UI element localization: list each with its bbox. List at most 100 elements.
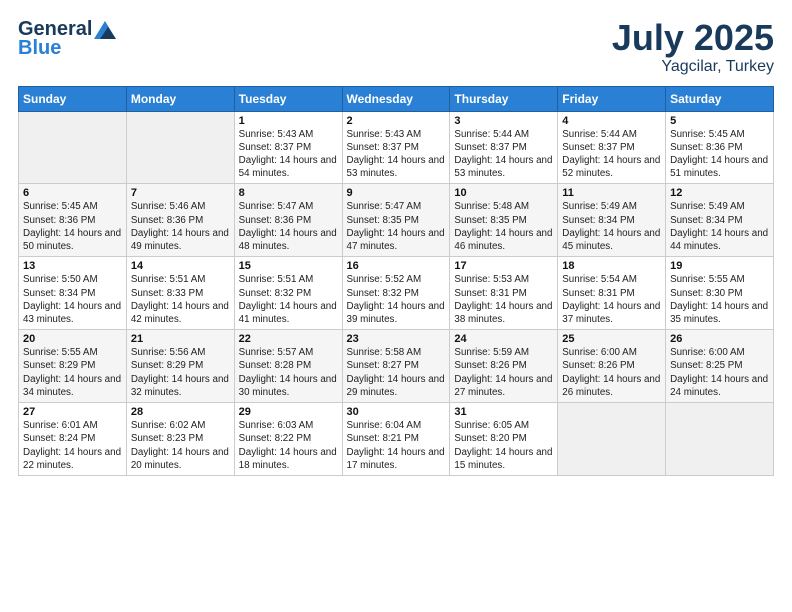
day-number: 2 xyxy=(347,115,446,127)
calendar-cell: 15Sunrise: 5:51 AMSunset: 8:32 PMDayligh… xyxy=(234,257,342,330)
day-number: 9 xyxy=(347,187,446,199)
day-info: Sunrise: 6:05 AMSunset: 8:20 PMDaylight:… xyxy=(454,419,553,472)
day-info: Sunrise: 6:01 AMSunset: 8:24 PMDaylight:… xyxy=(23,419,122,472)
col-sunday: Sunday xyxy=(19,86,127,111)
logo-blue-text: Blue xyxy=(18,37,61,60)
day-number: 17 xyxy=(454,260,553,272)
day-info: Sunrise: 5:55 AMSunset: 8:29 PMDaylight:… xyxy=(23,346,122,399)
day-number: 22 xyxy=(239,333,338,345)
calendar-cell: 3Sunrise: 5:44 AMSunset: 8:37 PMDaylight… xyxy=(450,111,558,184)
calendar-cell: 27Sunrise: 6:01 AMSunset: 8:24 PMDayligh… xyxy=(19,403,127,476)
calendar-cell: 17Sunrise: 5:53 AMSunset: 8:31 PMDayligh… xyxy=(450,257,558,330)
day-number: 4 xyxy=(562,115,661,127)
col-friday: Friday xyxy=(558,86,666,111)
calendar-cell: 20Sunrise: 5:55 AMSunset: 8:29 PMDayligh… xyxy=(19,330,127,403)
calendar-cell: 28Sunrise: 6:02 AMSunset: 8:23 PMDayligh… xyxy=(126,403,234,476)
calendar-cell: 26Sunrise: 6:00 AMSunset: 8:25 PMDayligh… xyxy=(666,330,774,403)
day-number: 10 xyxy=(454,187,553,199)
calendar-body: 1Sunrise: 5:43 AMSunset: 8:37 PMDaylight… xyxy=(19,111,774,475)
day-info: Sunrise: 6:00 AMSunset: 8:26 PMDaylight:… xyxy=(562,346,661,399)
day-number: 31 xyxy=(454,406,553,418)
calendar-cell: 18Sunrise: 5:54 AMSunset: 8:31 PMDayligh… xyxy=(558,257,666,330)
day-info: Sunrise: 5:52 AMSunset: 8:32 PMDaylight:… xyxy=(347,273,446,326)
calendar-cell: 1Sunrise: 5:43 AMSunset: 8:37 PMDaylight… xyxy=(234,111,342,184)
calendar-cell: 12Sunrise: 5:49 AMSunset: 8:34 PMDayligh… xyxy=(666,184,774,257)
col-tuesday: Tuesday xyxy=(234,86,342,111)
calendar-cell: 22Sunrise: 5:57 AMSunset: 8:28 PMDayligh… xyxy=(234,330,342,403)
title-location: Yagcilar, Turkey xyxy=(612,58,774,76)
col-wednesday: Wednesday xyxy=(342,86,450,111)
day-number: 25 xyxy=(562,333,661,345)
calendar-cell: 23Sunrise: 5:58 AMSunset: 8:27 PMDayligh… xyxy=(342,330,450,403)
calendar-cell: 6Sunrise: 5:45 AMSunset: 8:36 PMDaylight… xyxy=(19,184,127,257)
day-number: 15 xyxy=(239,260,338,272)
calendar-cell: 19Sunrise: 5:55 AMSunset: 8:30 PMDayligh… xyxy=(666,257,774,330)
logo: General Blue xyxy=(18,18,116,60)
header-row: Sunday Monday Tuesday Wednesday Thursday… xyxy=(19,86,774,111)
col-thursday: Thursday xyxy=(450,86,558,111)
day-number: 14 xyxy=(131,260,230,272)
day-number: 23 xyxy=(347,333,446,345)
calendar-cell: 31Sunrise: 6:05 AMSunset: 8:20 PMDayligh… xyxy=(450,403,558,476)
day-number: 18 xyxy=(562,260,661,272)
day-info: Sunrise: 5:47 AMSunset: 8:36 PMDaylight:… xyxy=(239,200,338,253)
day-info: Sunrise: 5:45 AMSunset: 8:36 PMDaylight:… xyxy=(23,200,122,253)
header: General Blue July 2025 Yagcilar, Turkey xyxy=(18,18,774,76)
calendar-cell xyxy=(126,111,234,184)
day-number: 20 xyxy=(23,333,122,345)
calendar-cell: 8Sunrise: 5:47 AMSunset: 8:36 PMDaylight… xyxy=(234,184,342,257)
day-number: 11 xyxy=(562,187,661,199)
day-number: 6 xyxy=(23,187,122,199)
calendar-table: Sunday Monday Tuesday Wednesday Thursday… xyxy=(18,86,774,476)
title-block: July 2025 Yagcilar, Turkey xyxy=(612,18,774,76)
col-saturday: Saturday xyxy=(666,86,774,111)
calendar-header: Sunday Monday Tuesday Wednesday Thursday… xyxy=(19,86,774,111)
day-info: Sunrise: 6:04 AMSunset: 8:21 PMDaylight:… xyxy=(347,419,446,472)
day-info: Sunrise: 6:02 AMSunset: 8:23 PMDaylight:… xyxy=(131,419,230,472)
day-info: Sunrise: 5:44 AMSunset: 8:37 PMDaylight:… xyxy=(454,128,553,181)
day-info: Sunrise: 5:56 AMSunset: 8:29 PMDaylight:… xyxy=(131,346,230,399)
calendar-cell: 2Sunrise: 5:43 AMSunset: 8:37 PMDaylight… xyxy=(342,111,450,184)
day-info: Sunrise: 5:43 AMSunset: 8:37 PMDaylight:… xyxy=(347,128,446,181)
day-info: Sunrise: 5:46 AMSunset: 8:36 PMDaylight:… xyxy=(131,200,230,253)
day-info: Sunrise: 5:45 AMSunset: 8:36 PMDaylight:… xyxy=(670,128,769,181)
day-info: Sunrise: 5:48 AMSunset: 8:35 PMDaylight:… xyxy=(454,200,553,253)
day-number: 29 xyxy=(239,406,338,418)
week-row-2: 13Sunrise: 5:50 AMSunset: 8:34 PMDayligh… xyxy=(19,257,774,330)
calendar-cell xyxy=(666,403,774,476)
day-number: 26 xyxy=(670,333,769,345)
day-info: Sunrise: 5:53 AMSunset: 8:31 PMDaylight:… xyxy=(454,273,553,326)
day-number: 12 xyxy=(670,187,769,199)
calendar-cell: 14Sunrise: 5:51 AMSunset: 8:33 PMDayligh… xyxy=(126,257,234,330)
day-info: Sunrise: 5:57 AMSunset: 8:28 PMDaylight:… xyxy=(239,346,338,399)
day-number: 21 xyxy=(131,333,230,345)
day-info: Sunrise: 5:47 AMSunset: 8:35 PMDaylight:… xyxy=(347,200,446,253)
day-info: Sunrise: 5:51 AMSunset: 8:32 PMDaylight:… xyxy=(239,273,338,326)
day-number: 27 xyxy=(23,406,122,418)
week-row-3: 20Sunrise: 5:55 AMSunset: 8:29 PMDayligh… xyxy=(19,330,774,403)
day-info: Sunrise: 5:59 AMSunset: 8:26 PMDaylight:… xyxy=(454,346,553,399)
day-number: 7 xyxy=(131,187,230,199)
day-number: 8 xyxy=(239,187,338,199)
calendar-cell: 30Sunrise: 6:04 AMSunset: 8:21 PMDayligh… xyxy=(342,403,450,476)
day-info: Sunrise: 5:43 AMSunset: 8:37 PMDaylight:… xyxy=(239,128,338,181)
calendar-cell: 13Sunrise: 5:50 AMSunset: 8:34 PMDayligh… xyxy=(19,257,127,330)
day-info: Sunrise: 5:58 AMSunset: 8:27 PMDaylight:… xyxy=(347,346,446,399)
day-number: 5 xyxy=(670,115,769,127)
calendar-cell xyxy=(19,111,127,184)
day-info: Sunrise: 5:44 AMSunset: 8:37 PMDaylight:… xyxy=(562,128,661,181)
calendar-cell xyxy=(558,403,666,476)
title-month: July 2025 xyxy=(612,18,774,58)
logo-icon xyxy=(94,21,116,39)
day-info: Sunrise: 5:55 AMSunset: 8:30 PMDaylight:… xyxy=(670,273,769,326)
page: General Blue July 2025 Yagcilar, Turkey … xyxy=(0,0,792,612)
calendar-cell: 25Sunrise: 6:00 AMSunset: 8:26 PMDayligh… xyxy=(558,330,666,403)
col-monday: Monday xyxy=(126,86,234,111)
day-info: Sunrise: 5:50 AMSunset: 8:34 PMDaylight:… xyxy=(23,273,122,326)
week-row-1: 6Sunrise: 5:45 AMSunset: 8:36 PMDaylight… xyxy=(19,184,774,257)
day-number: 1 xyxy=(239,115,338,127)
calendar-cell: 9Sunrise: 5:47 AMSunset: 8:35 PMDaylight… xyxy=(342,184,450,257)
day-number: 24 xyxy=(454,333,553,345)
day-number: 19 xyxy=(670,260,769,272)
day-number: 16 xyxy=(347,260,446,272)
